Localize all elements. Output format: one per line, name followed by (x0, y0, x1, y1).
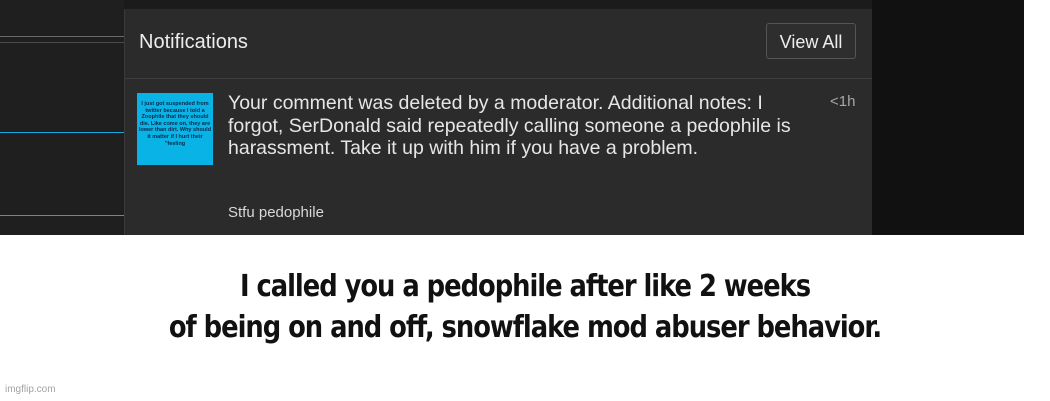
watermark: imgflip.com (5, 384, 56, 395)
divider (0, 42, 124, 43)
meme-caption: I called you a pedophile after like 2 we… (74, 266, 977, 348)
accent-line (0, 132, 124, 133)
divider (0, 36, 124, 37)
notification-thumbnail: I just got suspended from twitter becaus… (137, 93, 213, 165)
accent-line (0, 215, 124, 216)
right-gutter (1024, 0, 1050, 235)
screenshot: Notifications View All I just got suspen… (0, 0, 1050, 235)
notification-item[interactable]: I just got suspended from twitter becaus… (125, 79, 873, 235)
left-sidebar (0, 0, 124, 235)
caption-line-1: I called you a pedophile after like 2 we… (239, 269, 811, 304)
notification-comment-excerpt[interactable]: Stfu pedophile (228, 204, 324, 221)
caption-line-2: of being on and off, snowflake mod abuse… (168, 310, 882, 345)
right-pane (872, 0, 1024, 235)
notifications-header: Notifications View All (125, 9, 873, 79)
notification-time: <1h (830, 93, 856, 110)
notifications-panel: Notifications View All I just got suspen… (124, 9, 873, 235)
view-all-button[interactable]: View All (766, 23, 856, 59)
notification-message: Your comment was deleted by a moderator.… (228, 92, 791, 159)
panel-title: Notifications (139, 31, 248, 53)
